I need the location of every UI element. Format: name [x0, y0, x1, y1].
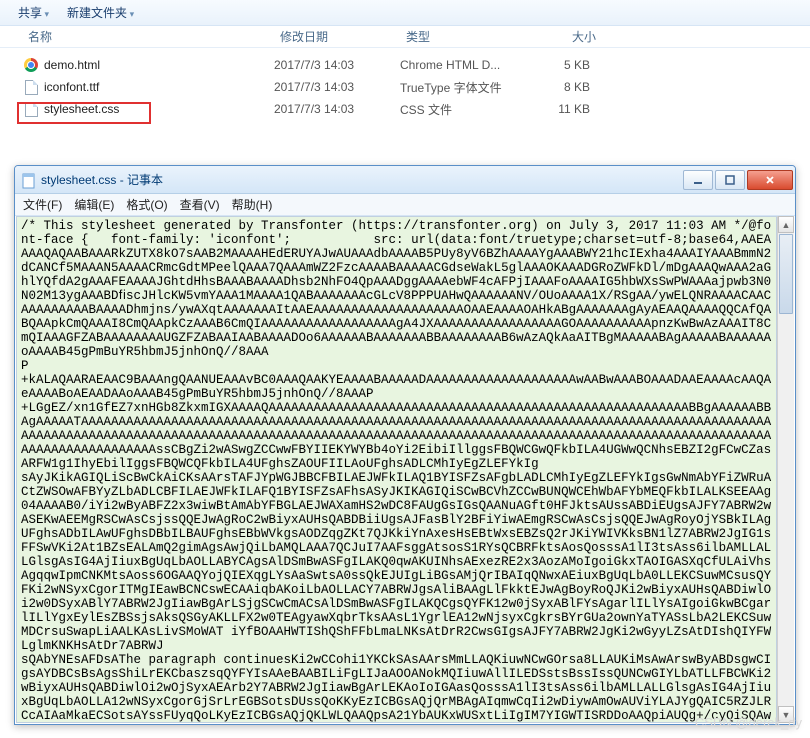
file-row[interactable]: stylesheet.css 2017/7/3 14:03 CSS 文件 11 …: [0, 98, 810, 120]
maximize-button[interactable]: [715, 170, 745, 190]
menu-view[interactable]: 查看(V): [176, 194, 224, 215]
scroll-up-icon[interactable]: ▲: [778, 216, 794, 233]
menubar: 文件(F) 编辑(E) 格式(O) 查看(V) 帮助(H): [15, 194, 795, 216]
chrome-icon: [22, 57, 40, 73]
scroll-down-icon[interactable]: ▼: [778, 706, 794, 723]
file-date: 2017/7/3 14:03: [274, 80, 400, 94]
font-file-icon: [22, 79, 40, 95]
close-button[interactable]: [747, 170, 793, 190]
file-type: Chrome HTML D...: [400, 58, 520, 72]
file-size: 5 KB: [520, 58, 600, 72]
notepad-window: stylesheet.css - 记事本 文件(F) 编辑(E) 格式(O) 查…: [14, 165, 796, 725]
text-editor[interactable]: /* This stylesheet generated by Transfon…: [16, 216, 777, 723]
file-date: 2017/7/3 14:03: [274, 58, 400, 72]
menu-file[interactable]: 文件(F): [19, 194, 66, 215]
css-file-icon: [22, 101, 40, 117]
vertical-scrollbar[interactable]: ▲ ▼: [777, 216, 794, 723]
file-row[interactable]: iconfont.ttf 2017/7/3 14:03 TrueType 字体文…: [0, 76, 810, 98]
toolbar-share[interactable]: 共享: [18, 4, 49, 21]
file-type: CSS 文件: [400, 101, 520, 118]
file-list: demo.html 2017/7/3 14:03 Chrome HTML D..…: [0, 48, 810, 120]
toolbar-newfolder[interactable]: 新建文件夹: [67, 4, 134, 21]
col-name[interactable]: 名称: [28, 28, 280, 45]
titlebar[interactable]: stylesheet.css - 记事本: [15, 166, 795, 194]
col-date[interactable]: 修改日期: [280, 28, 406, 45]
file-row[interactable]: demo.html 2017/7/3 14:03 Chrome HTML D..…: [0, 54, 810, 76]
file-type: TrueType 字体文件: [400, 79, 520, 96]
col-type[interactable]: 类型: [406, 28, 526, 45]
menu-help[interactable]: 帮助(H): [228, 194, 277, 215]
file-name: demo.html: [44, 58, 274, 72]
explorer-toolbar: 共享 新建文件夹: [0, 0, 810, 26]
column-headers: 名称 修改日期 类型 大小: [0, 26, 810, 48]
file-size: 11 KB: [520, 102, 600, 116]
menu-edit[interactable]: 编辑(E): [70, 194, 118, 215]
file-size: 8 KB: [520, 80, 600, 94]
menu-format[interactable]: 格式(O): [122, 194, 171, 215]
minimize-button[interactable]: [683, 170, 713, 190]
scroll-thumb[interactable]: [779, 234, 793, 314]
col-size[interactable]: 大小: [526, 28, 606, 45]
file-date: 2017/7/3 14:03: [274, 102, 400, 116]
window-title: stylesheet.css - 记事本: [41, 171, 681, 188]
file-name: iconfont.ttf: [44, 80, 274, 94]
file-name: stylesheet.css: [44, 102, 274, 116]
notepad-icon: [21, 173, 37, 187]
